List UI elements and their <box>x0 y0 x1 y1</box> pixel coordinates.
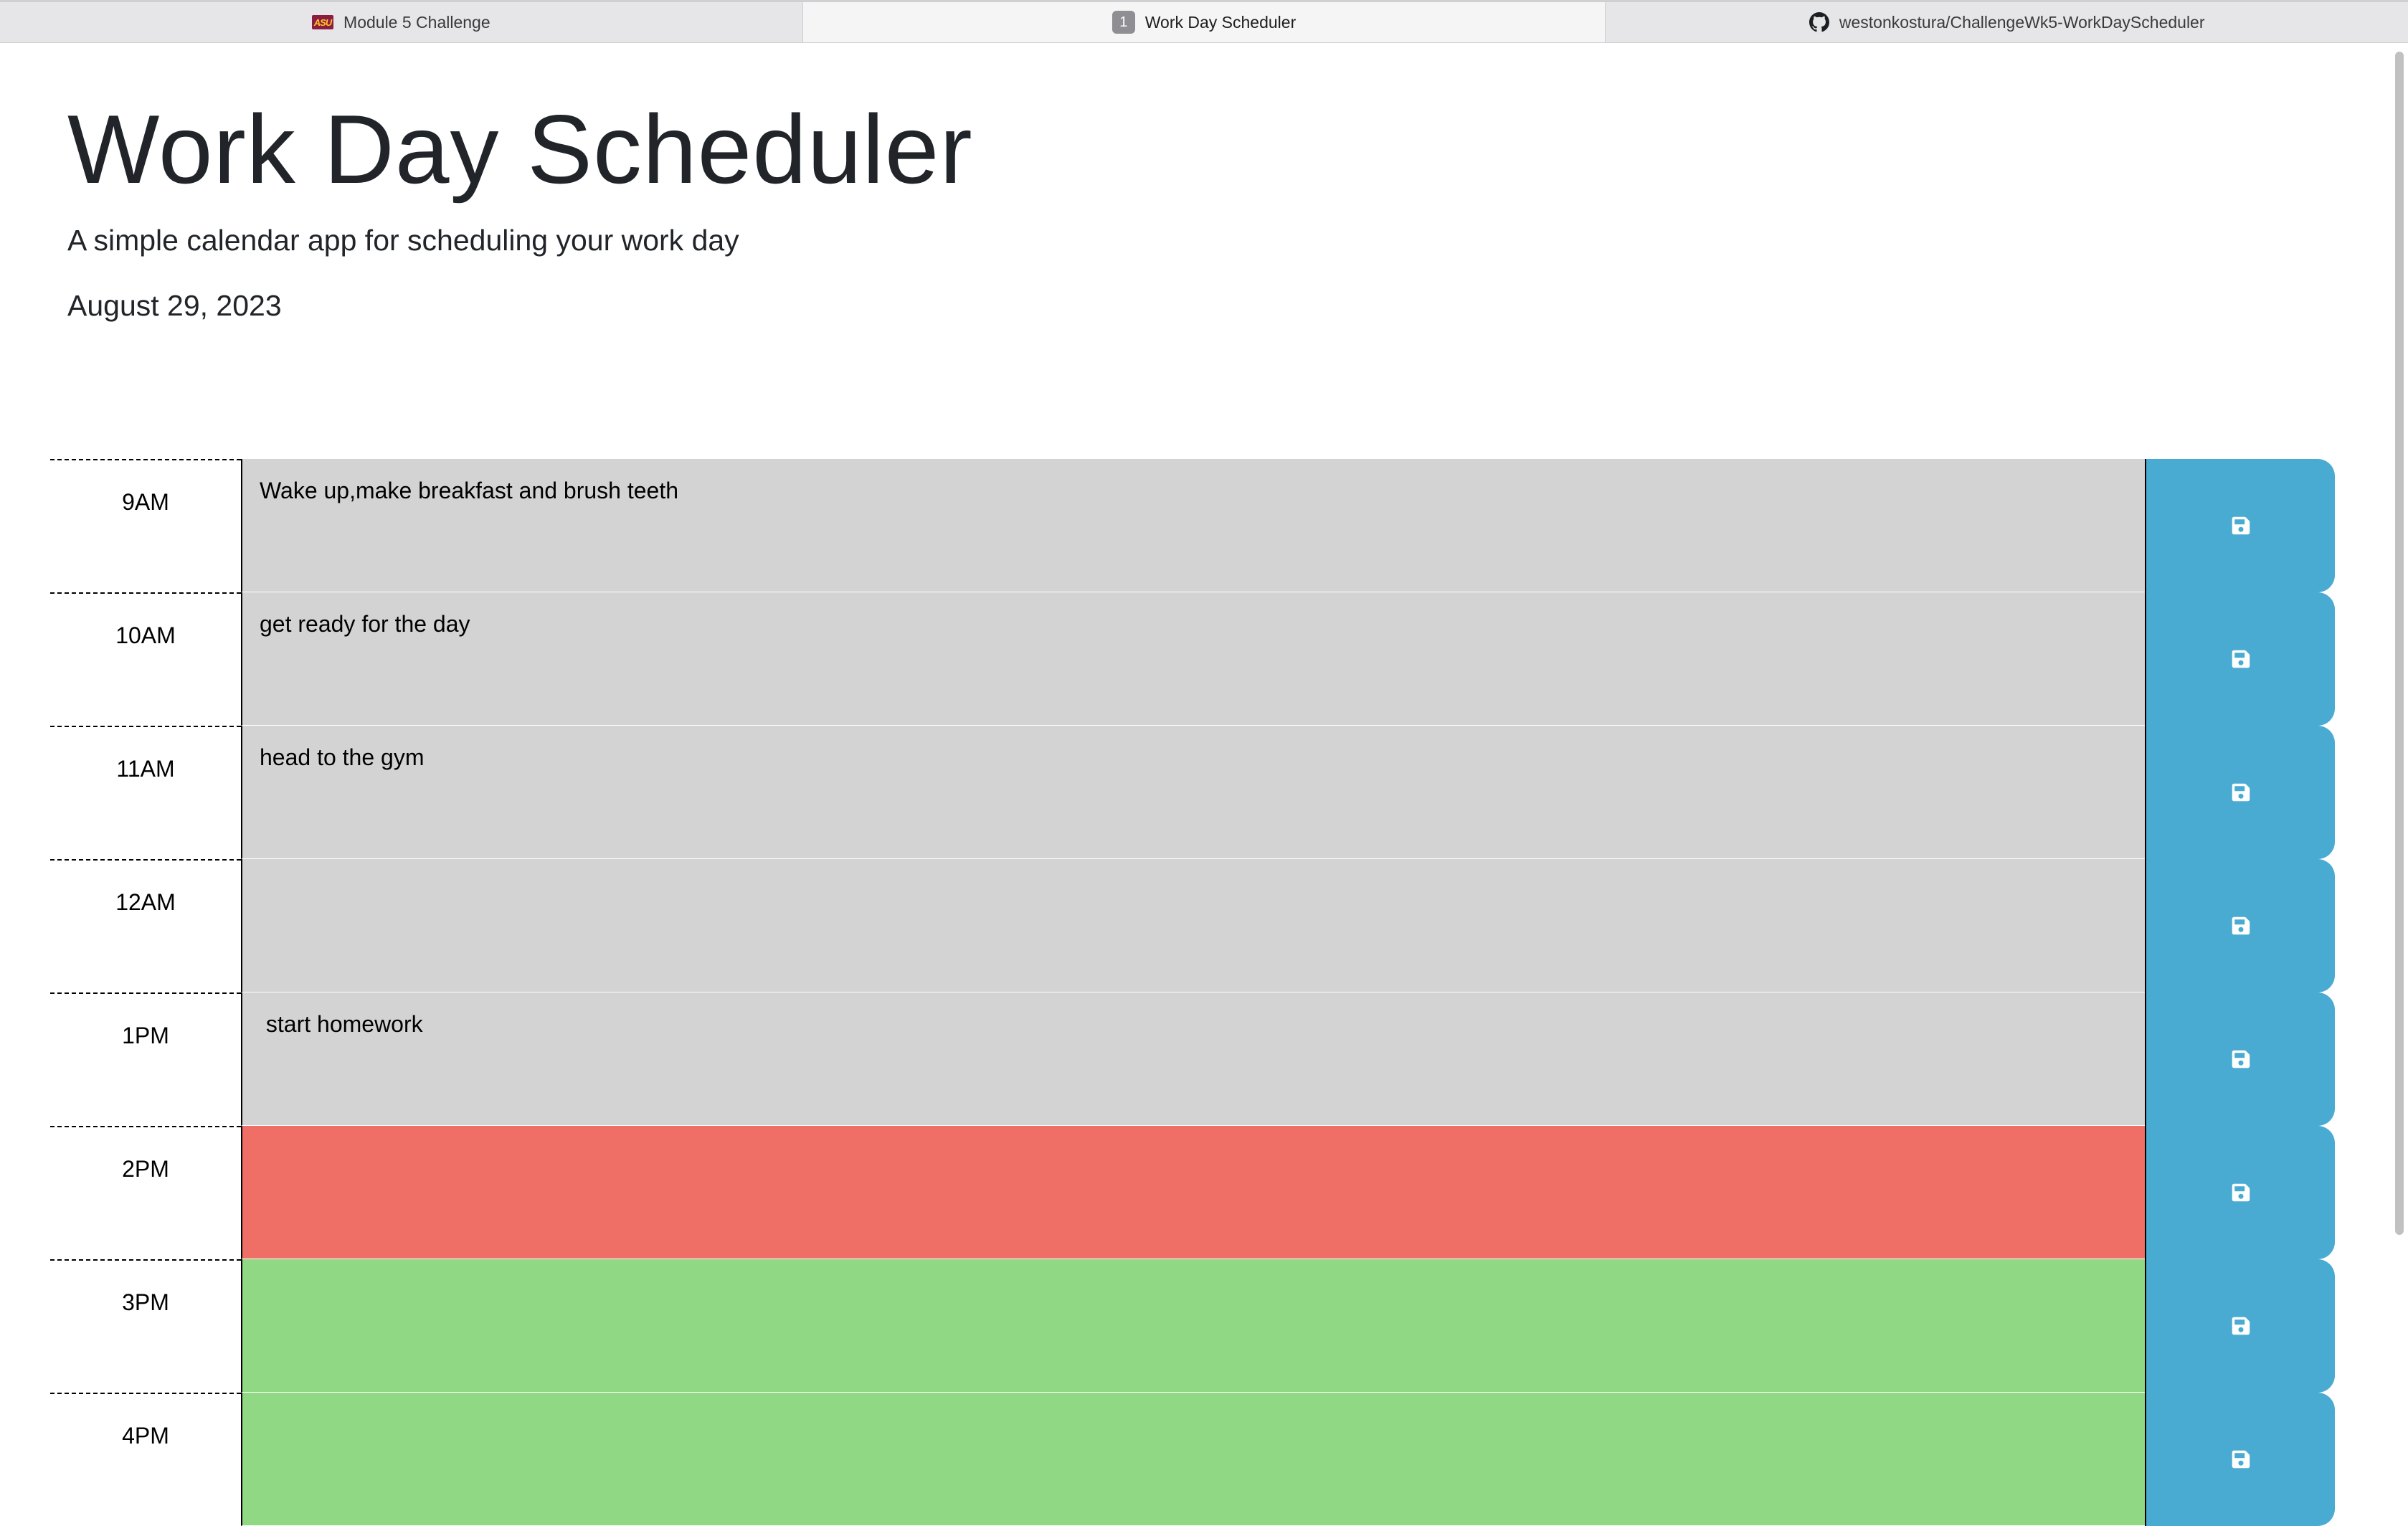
floppy-disk-icon <box>2232 1317 2250 1335</box>
page-lead: A simple calendar app for scheduling you… <box>67 224 739 257</box>
hour-label: 3PM <box>50 1259 241 1393</box>
floppy-disk-icon <box>2232 1183 2250 1202</box>
scrollbar-thumb[interactable] <box>2395 52 2404 1235</box>
description-textarea[interactable]: head to the gym <box>241 726 2145 859</box>
tab-module-5-challenge[interactable]: ASU Module 5 Challenge <box>0 2 803 42</box>
jumbotron-header: Work Day Scheduler A simple calendar app… <box>67 100 973 323</box>
page: Work Day Scheduler A simple calendar app… <box>0 43 2408 1526</box>
hour-label: 10AM <box>50 592 241 726</box>
hour-label: 12AM <box>50 859 241 992</box>
description-textarea[interactable]: get ready for the day <box>241 592 2145 726</box>
github-icon <box>1809 12 1829 32</box>
floppy-disk-icon <box>2232 1050 2250 1068</box>
floppy-disk-icon <box>2232 783 2250 802</box>
save-button[interactable] <box>2145 1393 2335 1526</box>
save-button[interactable] <box>2145 859 2335 992</box>
floppy-disk-icon <box>2232 650 2250 668</box>
floppy-disk-icon <box>2232 516 2250 535</box>
time-block: 4PM <box>50 1393 2335 1526</box>
save-button[interactable] <box>2145 592 2335 726</box>
tab-label: westonkostura/ChallengeWk5-WorkDaySchedu… <box>1839 12 2205 32</box>
time-block: 11AM head to the gym <box>50 726 2335 859</box>
description-textarea[interactable]: Wake up,make breakfast and brush teeth <box>241 459 2145 592</box>
tab-github-repo[interactable]: westonkostura/ChallengeWk5-WorkDaySchedu… <box>1606 2 2408 42</box>
time-block: 9AM Wake up,make breakfast and brush tee… <box>50 459 2335 592</box>
description-textarea[interactable] <box>241 859 2145 992</box>
floppy-disk-icon <box>2232 1450 2250 1469</box>
time-block: 10AM get ready for the day <box>50 592 2335 726</box>
tab-work-day-scheduler[interactable]: 1 Work Day Scheduler <box>802 2 1606 42</box>
time-block: 2PM <box>50 1126 2335 1259</box>
asu-logo-icon: ASU <box>312 15 334 29</box>
tab-label: Work Day Scheduler <box>1144 12 1297 32</box>
hour-label: 9AM <box>50 459 241 592</box>
vertical-scrollbar[interactable] <box>2389 43 2408 1433</box>
time-block: 1PM start homework <box>50 992 2335 1126</box>
description-textarea[interactable] <box>241 1393 2145 1526</box>
hour-label: 4PM <box>50 1393 241 1526</box>
tab-label: Module 5 Challenge <box>343 12 490 32</box>
time-blocks: 9AM Wake up,make breakfast and brush tee… <box>50 459 2335 1526</box>
time-block: 3PM <box>50 1259 2335 1393</box>
floppy-disk-icon <box>2232 916 2250 935</box>
current-day: August 29, 2023 <box>67 289 282 322</box>
browser-tab-bar: ASU Module 5 Challenge 1 Work Day Schedu… <box>0 0 2408 43</box>
description-textarea[interactable] <box>241 1259 2145 1393</box>
description-textarea[interactable]: start homework <box>241 992 2145 1126</box>
hour-label: 11AM <box>50 726 241 859</box>
description-textarea[interactable] <box>241 1126 2145 1259</box>
save-button[interactable] <box>2145 1259 2335 1393</box>
save-button[interactable] <box>2145 1126 2335 1259</box>
hour-label: 1PM <box>50 992 241 1126</box>
tab-number-icon: 1 <box>1111 11 1135 34</box>
hour-label: 2PM <box>50 1126 241 1259</box>
save-button[interactable] <box>2145 726 2335 859</box>
page-title: Work Day Scheduler <box>67 95 973 204</box>
save-button[interactable] <box>2145 992 2335 1126</box>
time-block: 12AM <box>50 859 2335 992</box>
save-button[interactable] <box>2145 459 2335 592</box>
